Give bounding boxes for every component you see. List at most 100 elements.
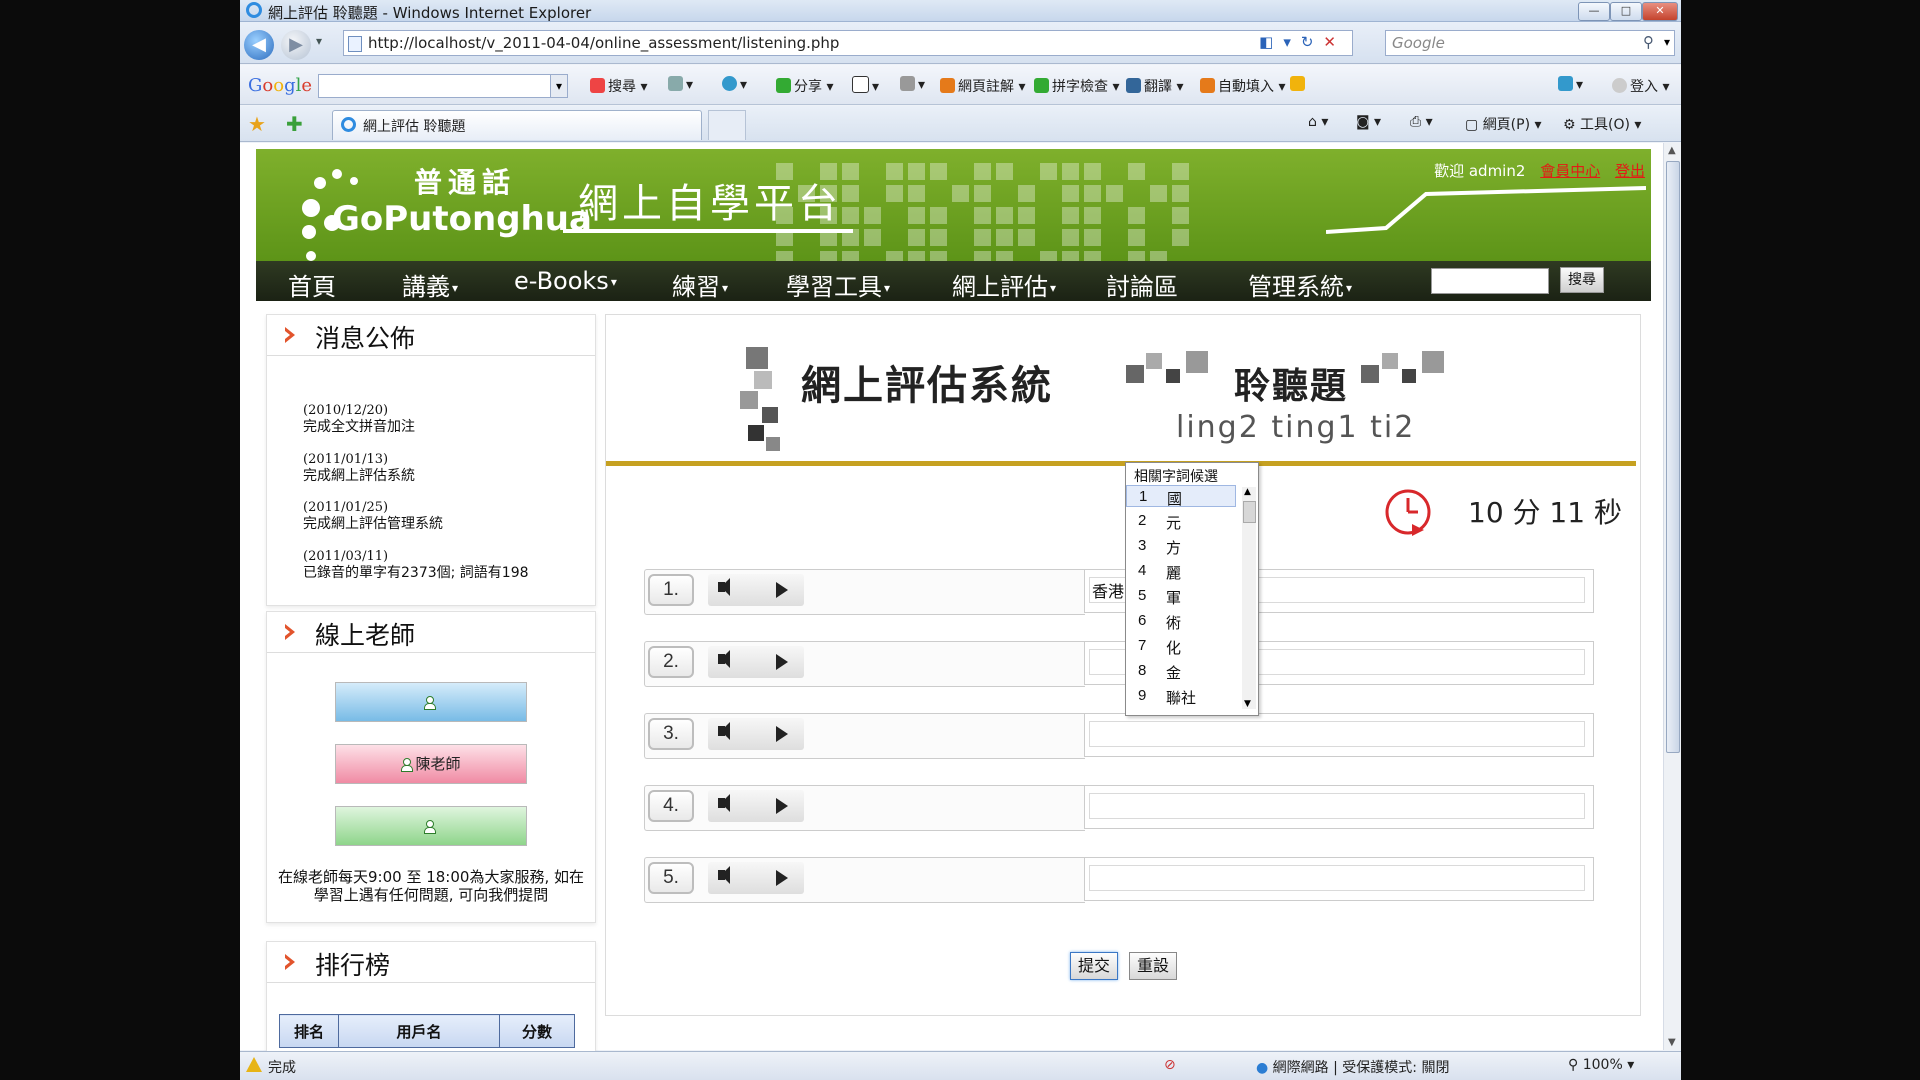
answer-input[interactable] (1089, 721, 1585, 747)
gtool-highlight[interactable] (1290, 76, 1308, 93)
menu-forum[interactable]: 討論區 (1106, 267, 1178, 302)
speaker-icon[interactable] (718, 722, 730, 740)
news-item[interactable]: (2011/01/13) 完成網上評估系統 (303, 452, 415, 484)
ime-candidate[interactable]: 1國 (1126, 485, 1236, 508)
menu-assessment[interactable]: 網上評估 ▾ (952, 267, 1056, 302)
site-search-button[interactable]: 搜尋 (1560, 267, 1604, 293)
google-search-input[interactable] (318, 74, 568, 98)
gtool-wrench[interactable]: ▾ (1558, 76, 1583, 93)
pattern-square (1128, 163, 1145, 180)
address-bar[interactable]: http://localhost/v_2011-04-04/online_ass… (343, 30, 1353, 56)
tools-menu[interactable]: ⚙ 工具(O) ▾ (1563, 114, 1641, 134)
add-favorites-icon[interactable]: ✚ (286, 112, 303, 136)
privacy-icon[interactable]: ⊘ (1164, 1057, 1176, 1073)
gtool-search[interactable]: 搜尋 ▾ (590, 76, 647, 96)
teacher-button[interactable] (335, 682, 527, 722)
gtool-login[interactable]: 登入 ▾ (1612, 76, 1669, 96)
menu-practice[interactable]: 練習 ▾ (672, 267, 728, 302)
answer-input[interactable] (1089, 793, 1585, 819)
compat-view-icon[interactable]: ◧ (1259, 33, 1283, 51)
vertical-scrollbar[interactable]: ▲ ▼ (1663, 143, 1681, 1050)
scroll-down-icon[interactable]: ▼ (1244, 699, 1251, 709)
ime-candidate[interactable]: 3方 (1126, 535, 1236, 557)
pattern-square (996, 163, 1013, 180)
ime-candidate[interactable]: 7化 (1126, 635, 1236, 657)
speaker-icon[interactable] (718, 578, 730, 596)
ime-candidate[interactable]: 9 聯社 (1126, 685, 1236, 707)
pattern-square (952, 251, 969, 261)
play-icon[interactable] (776, 654, 788, 670)
stop-icon[interactable]: ✕ (1323, 33, 1346, 51)
gtool-notebook[interactable]: 網頁註解 ▾ (940, 76, 1025, 96)
gtool-popup[interactable]: ▾ (900, 76, 925, 93)
forward-button[interactable]: ▶ (281, 30, 311, 60)
tab-active[interactable]: 網上評估 聆聽題 (332, 110, 702, 140)
zone-info[interactable]: ● 網際網路 | 受保護模式: 關閉 (1256, 1057, 1449, 1077)
answer-input[interactable] (1089, 865, 1585, 891)
play-icon[interactable] (776, 798, 788, 814)
ime-candidate[interactable]: 6術 (1126, 610, 1236, 632)
pattern-square (798, 229, 815, 246)
menu-ebooks[interactable]: e-Books ▾ (514, 267, 617, 295)
ime-candidate[interactable]: 8金 (1126, 660, 1236, 682)
refresh-icon[interactable]: ↻ (1301, 33, 1324, 51)
search-icon[interactable]: ⚲ (1643, 33, 1654, 51)
reset-button[interactable]: 重設 (1129, 952, 1177, 980)
gtool-sidebar[interactable]: ▾ (852, 76, 879, 95)
scroll-up-icon[interactable]: ▲ (1244, 487, 1251, 497)
logout-link[interactable]: 登出 (1615, 162, 1645, 180)
teacher-button-chen[interactable]: 陳老師 (335, 744, 527, 784)
pattern-square (996, 185, 1013, 202)
dropdown-icon[interactable]: ▾ (1283, 33, 1301, 51)
minimize-button[interactable]: — (1578, 2, 1610, 21)
page-menu[interactable]: ▢ 網頁(P) ▾ (1465, 114, 1542, 134)
submit-button[interactable]: 提交 (1070, 952, 1118, 980)
member-center-link[interactable]: 會員中心 (1540, 162, 1600, 180)
close-button[interactable]: ✕ (1642, 2, 1678, 21)
news-header: 消息公佈 (267, 315, 595, 356)
speaker-icon[interactable] (718, 866, 730, 884)
person-icon (424, 696, 436, 710)
zoom-level[interactable]: ⚲ 100% ▾ (1568, 1057, 1634, 1073)
play-icon[interactable] (776, 726, 788, 742)
teacher-button[interactable] (335, 806, 527, 846)
gtool-spellcheck[interactable]: 拼字檢查 ▾ (1034, 76, 1119, 96)
ime-candidate[interactable]: 5軍 (1126, 585, 1236, 607)
new-tab-button[interactable] (708, 110, 746, 140)
play-icon[interactable] (776, 582, 788, 598)
menu-tools[interactable]: 學習工具 ▾ (786, 267, 890, 302)
ime-scroll-thumb[interactable] (1243, 501, 1256, 523)
play-icon[interactable] (776, 870, 788, 886)
ime-candidate[interactable]: 2元 (1126, 510, 1236, 532)
search-dropdown-icon[interactable]: ▾ (1664, 35, 1670, 49)
site-search-input[interactable] (1431, 268, 1549, 294)
scroll-up-icon[interactable]: ▲ (1668, 145, 1676, 156)
news-item[interactable]: (2010/12/20) 完成全文拼音加注 (303, 403, 415, 435)
news-item[interactable]: (2011/03/11) 已錄音的單字有2373個; 詞語有198 (303, 549, 529, 581)
maximize-button[interactable]: □ (1610, 2, 1642, 21)
speaker-icon[interactable] (718, 650, 730, 668)
gtool-translate[interactable]: 翻譯 ▾ (1126, 76, 1183, 96)
print-icon[interactable]: ⎙ ▾ (1410, 114, 1433, 130)
menu-admin[interactable]: 管理系統 ▾ (1248, 267, 1352, 302)
gtool-translate-arrow[interactable]: ▾ (722, 76, 747, 93)
ime-candidate[interactable]: 4麗 (1126, 560, 1236, 582)
gtool-bookmark[interactable]: ▾ (668, 76, 693, 93)
gtool-share[interactable]: 分享 ▾ (776, 76, 833, 96)
menu-lectures[interactable]: 講義 ▾ (402, 267, 458, 302)
feeds-icon[interactable]: ◙ ▾ (1356, 114, 1381, 130)
speaker-icon[interactable] (718, 794, 730, 812)
favorites-star-icon[interactable]: ★ (248, 112, 266, 136)
search-box[interactable]: Google ⚲ ▾ (1385, 30, 1680, 75)
tab-ie-icon (341, 117, 356, 132)
home-icon[interactable]: ⌂ ▾ (1308, 114, 1328, 130)
scroll-thumb[interactable] (1666, 161, 1680, 753)
scroll-down-icon[interactable]: ▼ (1668, 1037, 1676, 1048)
menu-home[interactable]: 首頁 (288, 267, 336, 302)
back-button[interactable]: ◀ (244, 30, 274, 60)
news-item[interactable]: (2011/01/25) 完成網上評估管理系統 (303, 500, 443, 532)
exam-type: 聆聽題 (1234, 366, 1349, 407)
ime-scrollbar[interactable]: ▲ ▼ (1242, 487, 1256, 709)
gtool-autofill[interactable]: 自動填入 ▾ (1200, 76, 1285, 96)
recent-pages-icon[interactable]: ▾ (316, 34, 322, 48)
